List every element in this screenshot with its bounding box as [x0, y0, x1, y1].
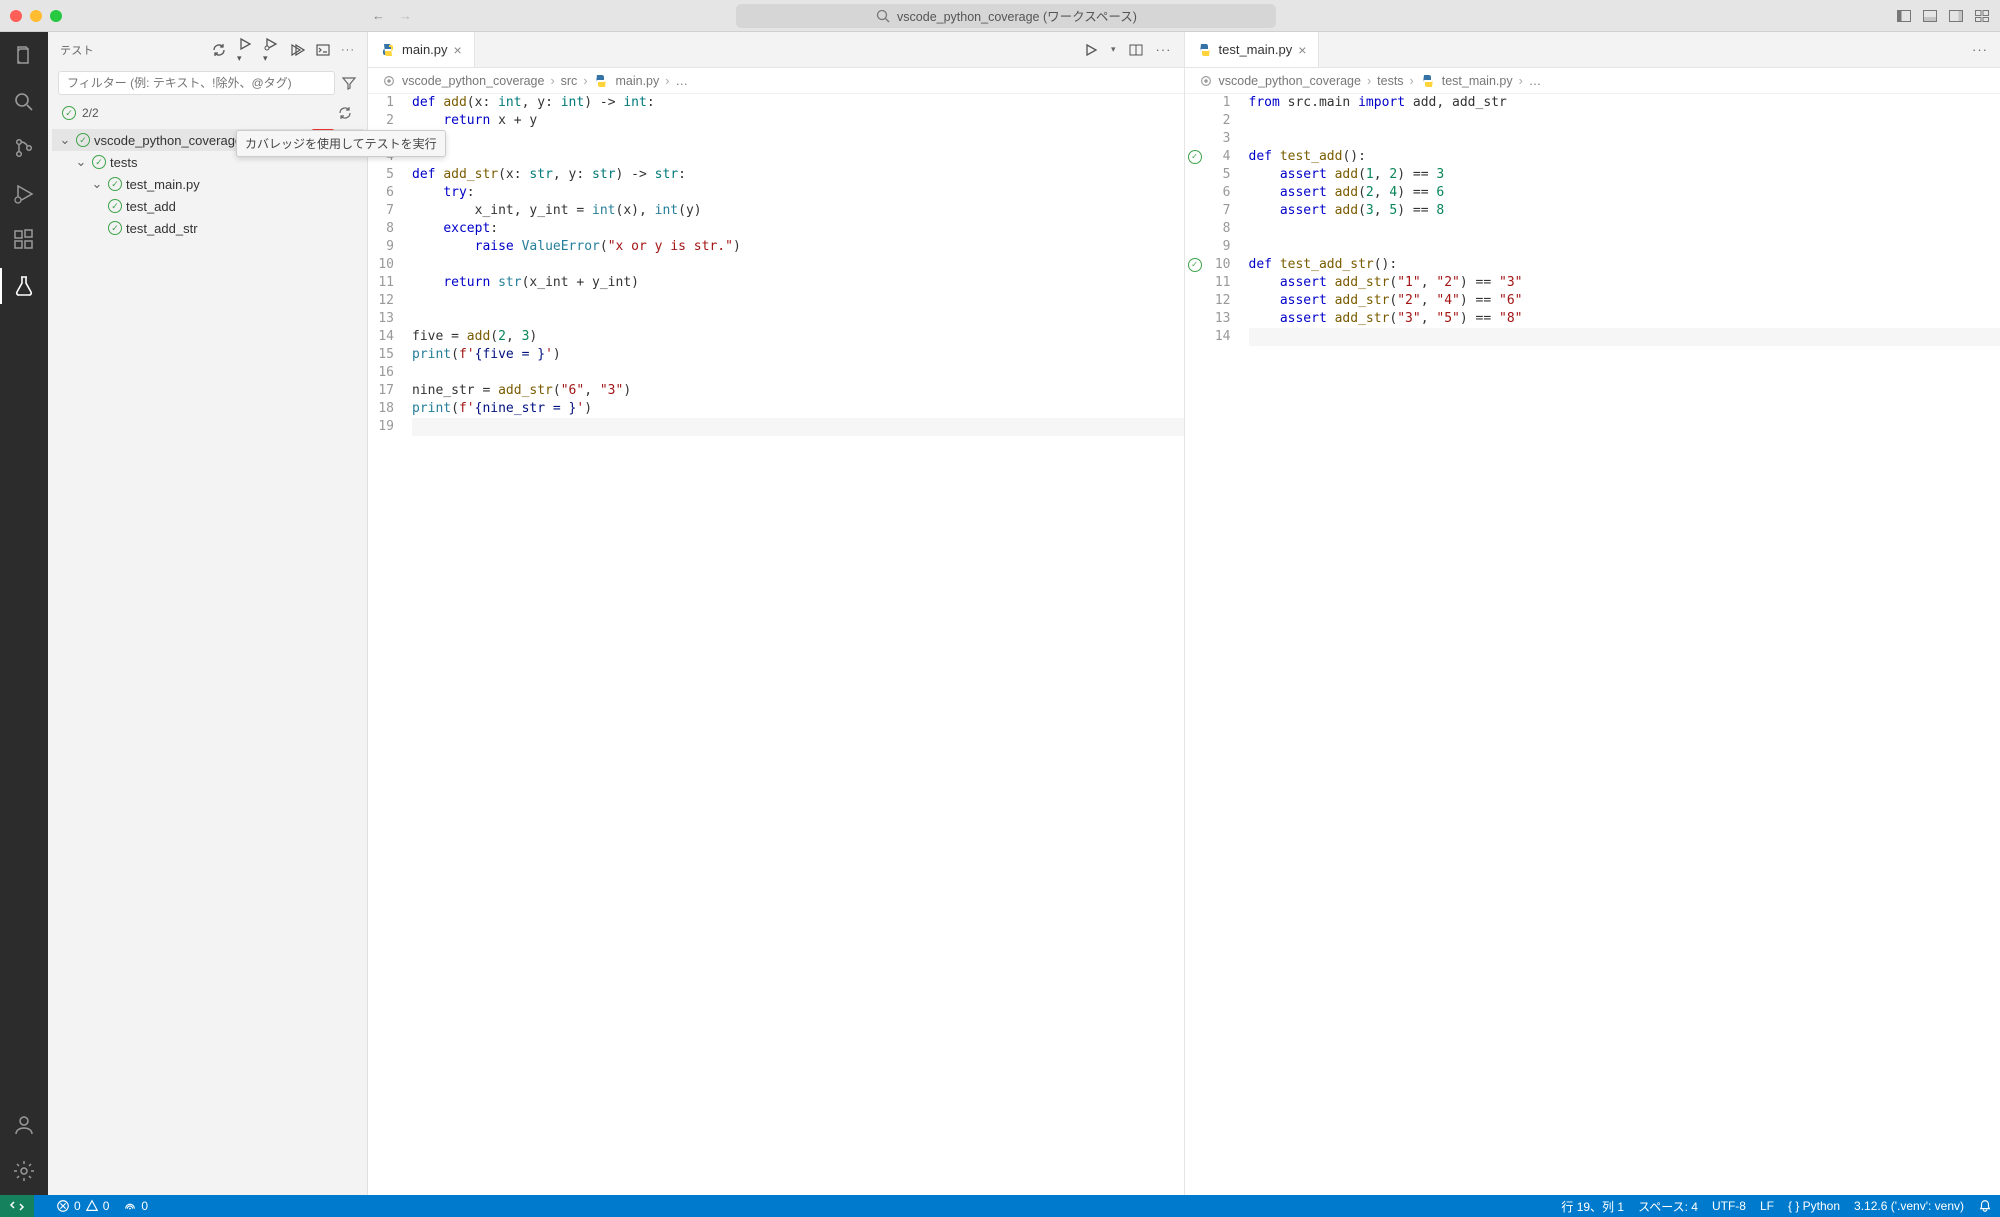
tab-main-py[interactable]: main.py ×: [368, 32, 475, 67]
chevron-down-icon: ⌄: [74, 154, 88, 170]
eol-status[interactable]: LF: [1760, 1199, 1774, 1213]
tab-label: test_main.py: [1219, 42, 1293, 57]
indentation-status[interactable]: スペース: 4: [1638, 1198, 1698, 1215]
layout-panel-icon[interactable]: [1922, 8, 1938, 24]
python-file-icon: [1197, 42, 1213, 58]
close-icon[interactable]: ×: [454, 42, 462, 58]
code-editor[interactable]: 12345678910111213141516171819 def add(x:…: [368, 94, 1184, 1195]
ports-status[interactable]: 0: [123, 1199, 148, 1213]
more-icon[interactable]: ···: [341, 44, 355, 56]
window-controls: [10, 10, 62, 22]
status-bar: 0 0 0 行 19、列 1 スペース: 4 UTF-8 LF { } Pyth…: [0, 1195, 2000, 1217]
breadcrumb[interactable]: vscode_python_coverage› tests› test_main…: [1185, 68, 2000, 94]
show-output-icon[interactable]: [315, 42, 331, 58]
activity-bar: [0, 32, 48, 1195]
close-icon[interactable]: ×: [1298, 42, 1306, 58]
tree-label: tests: [110, 155, 137, 170]
tab-test-main-py[interactable]: test_main.py ×: [1185, 32, 1320, 67]
chevron-down-icon: ⌄: [90, 176, 104, 192]
nav-back-icon[interactable]: ←: [372, 8, 385, 23]
pass-icon: ✓: [62, 106, 76, 120]
search-icon: [875, 8, 891, 24]
title-bar: ← → vscode_python_coverage (ワークスペース): [0, 0, 2000, 32]
pass-icon: ✓: [92, 155, 106, 169]
python-file-icon: [593, 73, 609, 89]
filter-icon[interactable]: [341, 75, 357, 91]
test-count: 2/2: [82, 106, 99, 120]
more-icon[interactable]: ···: [1156, 42, 1172, 57]
pass-icon: ✓: [76, 133, 90, 147]
run-debug-icon[interactable]: [10, 180, 38, 208]
layout-secondary-icon[interactable]: [1948, 8, 1964, 24]
coverage-tooltip: カバレッジを使用してテストを実行: [236, 130, 446, 157]
notifications-icon[interactable]: [1978, 1199, 1992, 1213]
nav-forward-icon[interactable]: →: [399, 8, 412, 23]
chevron-down-icon: ⌄: [58, 132, 72, 148]
encoding-status[interactable]: UTF-8: [1712, 1199, 1746, 1213]
run-file-icon[interactable]: [1083, 42, 1099, 58]
layout-primary-icon[interactable]: [1896, 8, 1912, 24]
refresh-tests-icon[interactable]: [211, 42, 227, 58]
tree-label: test_add: [126, 199, 176, 214]
minimize-window-icon[interactable]: [30, 10, 42, 22]
tree-file[interactable]: ⌄ ✓ test_main.py: [52, 173, 363, 195]
code-editor[interactable]: ✓✓ 1234567891011121314 from src.main imp…: [1185, 94, 2000, 1195]
python-file-icon: [380, 42, 396, 58]
tree-label: test_add_str: [126, 221, 198, 236]
tab-label: main.py: [402, 42, 448, 57]
python-env-status[interactable]: 3.12.6 ('.venv': venv): [1854, 1199, 1964, 1213]
split-editor-icon[interactable]: [1128, 42, 1144, 58]
run-all-icon[interactable]: ▾: [237, 36, 253, 64]
tree-test[interactable]: ✓ test_add: [52, 195, 363, 217]
coverage-all-icon[interactable]: [289, 42, 305, 58]
tree-test[interactable]: ✓ test_add_str: [52, 217, 363, 239]
settings-gear-icon[interactable]: [10, 1157, 38, 1185]
pass-icon: ✓: [108, 199, 122, 213]
extensions-icon[interactable]: [10, 226, 38, 254]
editor-left: main.py × ▾ ··· vscode_python_coverage› …: [368, 32, 1185, 1195]
pass-icon: ✓: [108, 221, 122, 235]
pass-icon: ✓: [108, 177, 122, 191]
language-status[interactable]: { } Python: [1788, 1199, 1840, 1213]
customize-layout-icon[interactable]: [1974, 8, 1990, 24]
record-icon: [382, 74, 396, 88]
source-control-icon[interactable]: [10, 134, 38, 162]
more-icon[interactable]: ···: [1972, 42, 1988, 57]
testing-sidebar: テスト ▾ ▾ ··· ✓ 2/2 ⌄ ✓ vscode_pytho: [48, 32, 368, 1195]
debug-all-icon[interactable]: ▾: [263, 36, 279, 64]
search-text: vscode_python_coverage (ワークスペース): [897, 6, 1137, 25]
problems-status[interactable]: 0 0: [56, 1199, 109, 1213]
search-icon[interactable]: [10, 88, 38, 116]
record-icon: [1199, 74, 1213, 88]
python-file-icon: [1420, 73, 1436, 89]
explorer-icon[interactable]: [10, 42, 38, 70]
breadcrumb[interactable]: vscode_python_coverage› src› main.py› …: [368, 68, 1184, 94]
cursor-position[interactable]: 行 19、列 1: [1561, 1198, 1624, 1215]
editor-right: test_main.py × ··· vscode_python_coverag…: [1185, 32, 2000, 1195]
testing-icon[interactable]: [10, 272, 38, 300]
refresh-icon[interactable]: [337, 105, 353, 121]
command-center[interactable]: vscode_python_coverage (ワークスペース): [736, 4, 1276, 28]
maximize-window-icon[interactable]: [50, 10, 62, 22]
close-window-icon[interactable]: [10, 10, 22, 22]
tree-label: test_main.py: [126, 177, 200, 192]
accounts-icon[interactable]: [10, 1111, 38, 1139]
sidebar-title: テスト: [60, 42, 205, 58]
test-filter-input[interactable]: [58, 71, 335, 95]
tree-label: vscode_python_coverage: [94, 133, 242, 148]
remote-indicator[interactable]: [0, 1195, 34, 1217]
